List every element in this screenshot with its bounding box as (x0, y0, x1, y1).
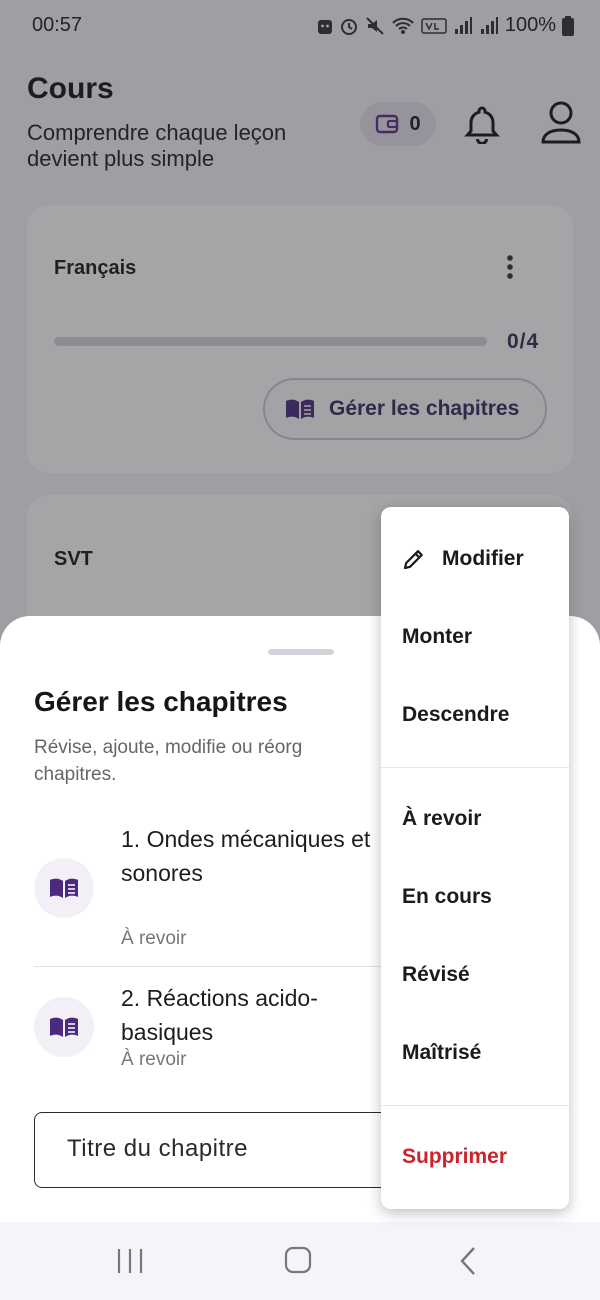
back-icon[interactable] (458, 1246, 478, 1276)
chapter-icon (34, 997, 94, 1057)
chapter-title-placeholder: Titre du chapitre (67, 1135, 249, 1162)
menu-item-delete[interactable]: Supprimer (402, 1145, 507, 1169)
app-screen: 00:57 100% Cours Comprendre chaque leçon… (0, 0, 600, 1300)
chapter-divider (34, 966, 404, 967)
chapter-context-menu: Modifier Monter Descendre À revoir En co… (381, 507, 569, 1209)
recents-icon[interactable] (116, 1247, 144, 1275)
menu-item-move-up[interactable]: Monter (402, 625, 472, 649)
pencil-icon (403, 550, 423, 570)
menu-item-to-review[interactable]: À revoir (402, 807, 481, 831)
sheet-drag-handle[interactable] (268, 649, 334, 655)
book-open-icon (50, 878, 78, 898)
sheet-subtitle: Révise, ajoute, modifie ou réorg chapitr… (34, 734, 384, 788)
sheet-title: Gérer les chapitres (34, 686, 288, 717)
chapter-title-input[interactable]: Titre du chapitre (34, 1112, 414, 1188)
menu-item-edit[interactable]: Modifier (402, 547, 524, 571)
chapter-status: À revoir (121, 928, 187, 949)
sheet-subtitle-line2: chapitres. (34, 764, 117, 785)
chapter-title: 2. Réactions acido-basiques (121, 985, 318, 1045)
chapter-title: 1. Ondes mécaniques et sonores (121, 826, 371, 886)
menu-item-in-progress[interactable]: En cours (402, 885, 492, 909)
chapter-status: À revoir (121, 1049, 187, 1070)
menu-divider (381, 1105, 569, 1106)
menu-item-mastered[interactable]: Maîtrisé (402, 1041, 481, 1065)
sheet-subtitle-line1: Révise, ajoute, modifie ou réorg (34, 737, 303, 758)
menu-item-revised[interactable]: Révisé (402, 963, 470, 987)
system-nav-bar (0, 1222, 600, 1300)
menu-divider (381, 767, 569, 768)
menu-item-move-down[interactable]: Descendre (402, 703, 509, 727)
chapter-icon (34, 858, 94, 918)
menu-item-edit-label: Modifier (442, 547, 524, 570)
home-icon[interactable] (284, 1246, 312, 1274)
book-open-icon (50, 1017, 78, 1037)
